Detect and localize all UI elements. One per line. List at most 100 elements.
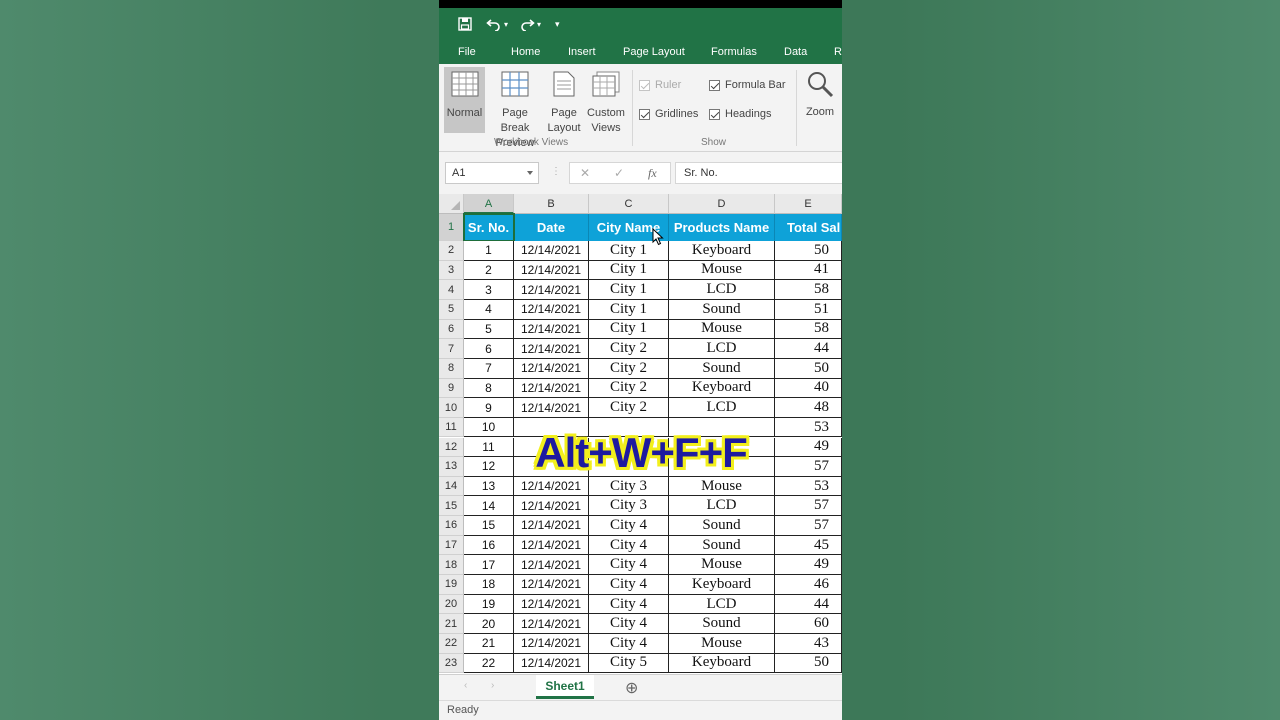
table-cell-date[interactable]: 12/14/2021 [514,319,589,340]
tab-insert[interactable]: Insert [568,46,596,58]
table-cell-product[interactable]: LCD [669,496,775,517]
zoom-button[interactable]: Zoom [801,67,839,133]
table-cell-city[interactable]: City 1 [589,299,669,320]
tab-data[interactable]: Data [784,46,807,58]
table-cell-city[interactable]: City 4 [589,535,669,556]
table-cell-date[interactable]: 12/14/2021 [514,516,589,536]
formula-input[interactable]: Sr. No. [675,162,842,184]
table-cell-total[interactable]: 49 [775,555,842,576]
table-cell-product[interactable]: Mouse [669,476,775,497]
table-cell-city[interactable]: City 1 [589,260,669,281]
table-cell-total[interactable]: 46 [775,575,842,595]
table-cell-sr[interactable]: 16 [464,535,514,556]
table-cell-city[interactable]: City 1 [589,319,669,340]
row-header[interactable]: 3 [439,260,464,281]
row-header[interactable]: 19 [439,575,464,595]
table-cell-total[interactable]: 44 [775,594,842,615]
table-cell-total[interactable]: 43 [775,634,842,654]
table-header-cell[interactable]: Total Sal [775,214,842,241]
table-cell-product[interactable]: Sound [669,535,775,556]
table-cell-city[interactable]: City 2 [589,378,669,399]
table-cell-sr[interactable]: 10 [464,417,514,438]
row-header[interactable]: 6 [439,319,464,340]
table-cell-product[interactable]: Sound [669,516,775,536]
cancel-icon[interactable]: ✕ [580,166,590,180]
table-cell-sr[interactable]: 19 [464,594,514,615]
table-cell-sr[interactable]: 2 [464,260,514,281]
table-cell-total[interactable]: 45 [775,535,842,556]
select-all-corner[interactable] [439,194,464,214]
table-cell-city[interactable]: City 3 [589,496,669,517]
table-cell-city[interactable]: City 2 [589,339,669,359]
table-cell-date[interactable]: 12/14/2021 [514,476,589,497]
page-layout-button[interactable]: Page Layout [545,67,583,134]
table-cell-sr[interactable]: 15 [464,516,514,536]
row-header[interactable]: 2 [439,241,464,261]
row-header[interactable]: 22 [439,634,464,654]
table-cell-total[interactable]: 50 [775,241,842,261]
row-header[interactable]: 20 [439,594,464,615]
table-cell-city[interactable]: City 1 [589,280,669,300]
table-cell-date[interactable]: 12/14/2021 [514,398,589,418]
table-cell-date[interactable]: 12/14/2021 [514,496,589,517]
formula-bar-checkbox[interactable]: Formula Bar [709,79,786,91]
enter-icon[interactable]: ✓ [614,166,624,180]
table-cell-total[interactable]: 57 [775,516,842,536]
table-cell-total[interactable]: 58 [775,319,842,340]
table-cell-city[interactable]: City 4 [589,555,669,576]
row-header[interactable]: 10 [439,398,464,418]
table-cell-total[interactable]: 53 [775,417,842,438]
table-cell-total[interactable]: 57 [775,496,842,517]
column-header-d[interactable]: D [669,194,775,214]
table-cell-date[interactable]: 12/14/2021 [514,535,589,556]
tab-formulas[interactable]: Formulas [711,46,757,58]
table-cell-date[interactable]: 12/14/2021 [514,594,589,615]
table-cell-sr[interactable]: 17 [464,555,514,576]
sheet-tab-sheet1[interactable]: Sheet1 [536,675,594,699]
table-cell-product[interactable]: Mouse [669,319,775,340]
table-cell-date[interactable]: 12/14/2021 [514,653,589,674]
table-cell-total[interactable]: 41 [775,260,842,281]
tab-file[interactable]: File [458,46,476,58]
row-header[interactable]: 1 [439,214,464,241]
table-cell-date[interactable]: 12/14/2021 [514,575,589,595]
table-cell-sr[interactable]: 18 [464,575,514,595]
table-cell-product[interactable]: LCD [669,594,775,615]
table-cell-date[interactable]: 12/14/2021 [514,241,589,261]
tab-review[interactable]: R [834,46,842,58]
table-cell-total[interactable]: 44 [775,339,842,359]
name-box[interactable]: A1 [445,162,539,184]
table-cell-city[interactable]: City 4 [589,634,669,654]
table-cell-sr[interactable]: 4 [464,299,514,320]
table-cell-total[interactable]: 49 [775,437,842,458]
row-header[interactable]: 11 [439,417,464,438]
normal-view-button[interactable]: Normal [444,67,485,133]
column-header-b[interactable]: B [514,194,589,214]
table-cell-total[interactable]: 60 [775,614,842,634]
table-cell-sr[interactable]: 6 [464,339,514,359]
table-cell-sr[interactable]: 5 [464,319,514,340]
row-header[interactable]: 16 [439,516,464,536]
row-header[interactable]: 17 [439,535,464,556]
table-cell-total[interactable]: 48 [775,398,842,418]
table-cell-product[interactable]: LCD [669,280,775,300]
tab-page-layout[interactable]: Page Layout [623,46,685,58]
table-cell-date[interactable]: 12/14/2021 [514,280,589,300]
table-cell-sr[interactable]: 1 [464,241,514,261]
row-header[interactable]: 12 [439,437,464,458]
undo-icon[interactable]: ▾ [486,14,508,34]
table-cell-city[interactable]: City 4 [589,594,669,615]
scroll-right-icon[interactable]: › [491,680,494,691]
table-cell-city[interactable]: City 2 [589,358,669,379]
table-cell-sr[interactable]: 21 [464,634,514,654]
row-header[interactable]: 8 [439,358,464,379]
row-header[interactable]: 23 [439,653,464,674]
table-cell-total[interactable]: 51 [775,299,842,320]
table-cell-date[interactable]: 12/14/2021 [514,555,589,576]
table-cell-total[interactable]: 40 [775,378,842,399]
table-cell-total[interactable]: 58 [775,280,842,300]
save-icon[interactable] [458,14,472,34]
table-cell-sr[interactable]: 11 [464,437,514,458]
table-cell-date[interactable]: 12/14/2021 [514,339,589,359]
table-cell-product[interactable]: Keyboard [669,575,775,595]
